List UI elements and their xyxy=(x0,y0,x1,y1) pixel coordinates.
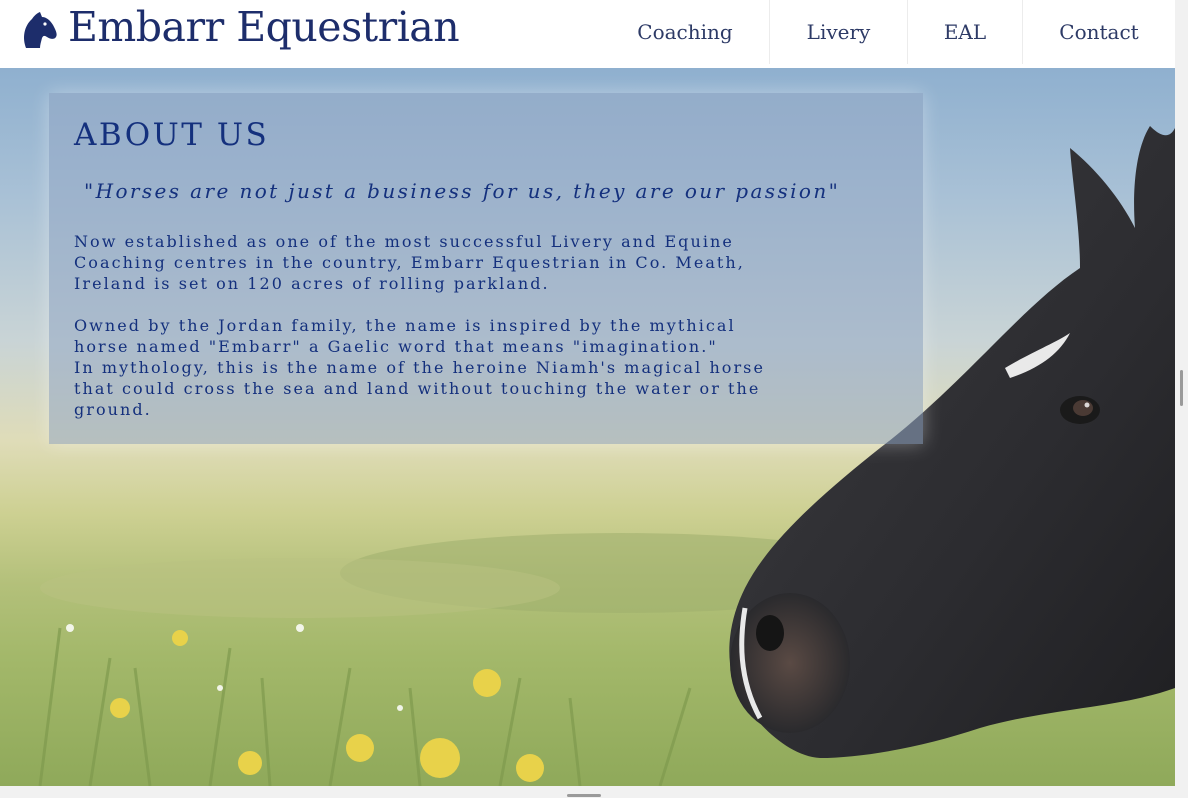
hero-section: ABOUT US "Horses are not just a business… xyxy=(0,68,1175,786)
nav-item-livery[interactable]: Livery xyxy=(769,0,907,64)
main-nav: Coaching Livery EAL Contact xyxy=(601,0,1175,68)
nav-item-eal[interactable]: EAL xyxy=(907,0,1022,64)
horizontal-scrollbar-thumb[interactable] xyxy=(567,794,601,797)
vertical-scrollbar-thumb[interactable] xyxy=(1180,370,1183,406)
about-paragraph-1: Now established as one of the most succe… xyxy=(74,232,745,293)
horse-head-icon[interactable] xyxy=(16,8,60,52)
vertical-scrollbar[interactable] xyxy=(1175,0,1188,786)
about-paragraph-2: Owned by the Jordan family, the name is … xyxy=(74,316,765,419)
about-heading: ABOUT US xyxy=(74,117,270,153)
page: Embarr Equestrian Coaching Livery EAL Co… xyxy=(0,0,1188,798)
about-panel: ABOUT US "Horses are not just a business… xyxy=(49,93,923,444)
nav-item-contact[interactable]: Contact xyxy=(1022,0,1175,64)
horizontal-scrollbar[interactable] xyxy=(0,786,1188,798)
nav-item-coaching[interactable]: Coaching xyxy=(601,0,769,64)
site-title[interactable]: Embarr Equestrian xyxy=(68,3,460,51)
site-header: Embarr Equestrian Coaching Livery EAL Co… xyxy=(0,0,1175,68)
about-quote: "Horses are not just a business for us, … xyxy=(84,179,841,203)
